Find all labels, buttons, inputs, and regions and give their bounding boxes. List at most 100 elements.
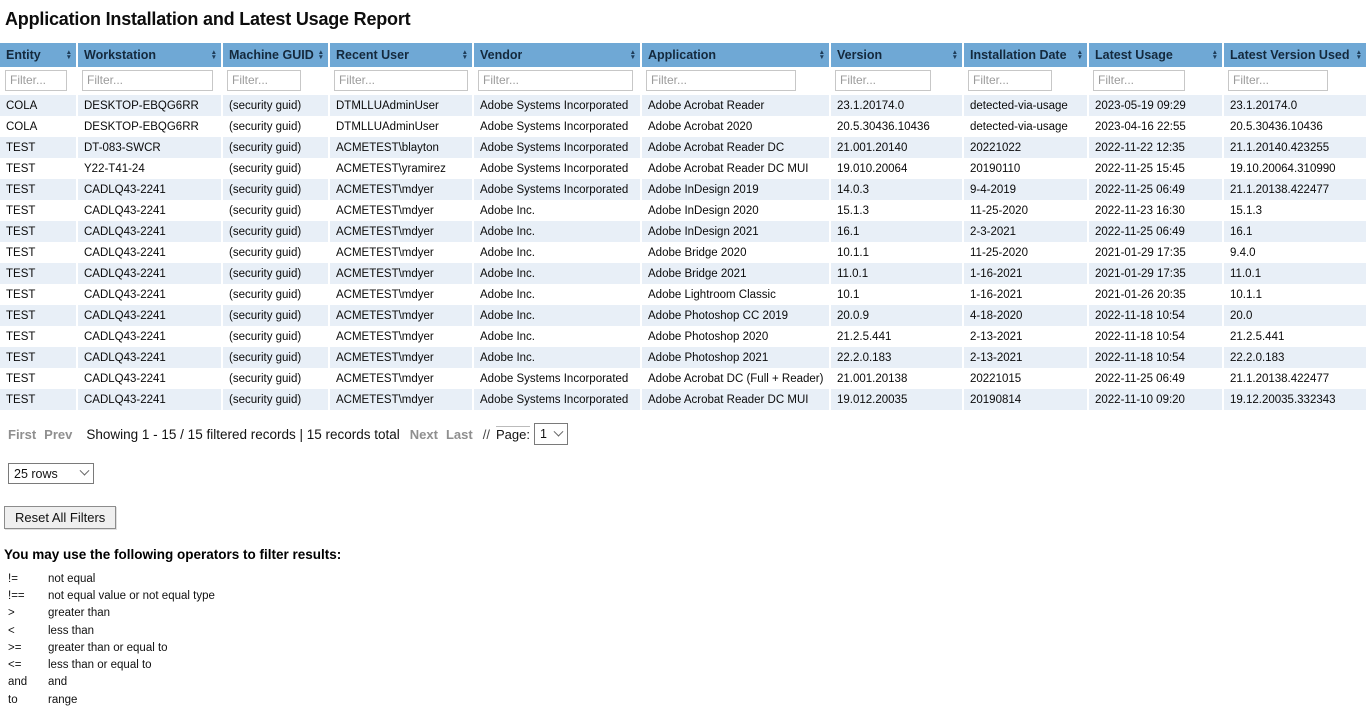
cell: Adobe Inc. [473,221,641,242]
operator-description: not equal [48,573,1366,585]
prev-page-link[interactable]: Prev [44,427,72,442]
filter-input-latest-version-used[interactable] [1228,70,1328,91]
operator-row: >=greater than or equal to [4,639,1366,656]
table-row: TESTY22-T41-24(security guid)ACMETEST\yr… [0,158,1366,179]
cell: (security guid) [222,326,329,347]
cell: 11-25-2020 [963,200,1088,221]
filter-input-machine-guid[interactable] [227,70,301,91]
column-header-label: Machine GUID [229,48,314,62]
filter-input-application[interactable] [646,70,796,91]
column-header-entity[interactable]: Entity▲▼ [0,43,77,67]
cell: CADLQ43-2241 [77,221,222,242]
cell: (security guid) [222,305,329,326]
operator-row: <less than [4,622,1366,639]
cell: (security guid) [222,347,329,368]
column-header-label: Installation Date [970,48,1067,62]
table-filter-row [0,67,1366,95]
cell: 15.1.3 [830,200,963,221]
cell: 2022-11-18 10:54 [1088,347,1223,368]
cell: 11.0.1 [830,263,963,284]
column-header-version[interactable]: Version▲▼ [830,43,963,67]
cell: 23.1.20174.0 [830,95,963,116]
cell: 21.2.5.441 [1223,326,1366,347]
filter-input-installation-date[interactable] [968,70,1052,91]
cell: 20221022 [963,137,1088,158]
cell: CADLQ43-2241 [77,200,222,221]
column-header-installation-date[interactable]: Installation Date▲▼ [963,43,1088,67]
operators-list: !=not equal!==not equal value or not equ… [4,570,1366,708]
operator-description: range [48,694,1366,706]
page-select[interactable]: 1 [534,423,568,445]
cell: Adobe Photoshop 2021 [641,347,830,368]
cell: 2022-11-25 06:49 [1088,368,1223,389]
operator-description: greater than [48,607,1366,619]
column-header-recent-user[interactable]: Recent User▲▼ [329,43,473,67]
table-row: TESTCADLQ43-2241(security guid)ACMETEST\… [0,389,1366,410]
cell: Adobe Bridge 2021 [641,263,830,284]
cell: TEST [0,200,77,221]
cell: Adobe Acrobat Reader [641,95,830,116]
table-row: TESTCADLQ43-2241(security guid)ACMETEST\… [0,179,1366,200]
rows-per-page-select[interactable]: 25 rows [8,463,94,484]
table-row: TESTCADLQ43-2241(security guid)ACMETEST\… [0,347,1366,368]
column-header-machine-guid[interactable]: Machine GUID▲▼ [222,43,329,67]
table-row: TESTCADLQ43-2241(security guid)ACMETEST\… [0,221,1366,242]
last-page-link[interactable]: Last [446,427,473,442]
filter-input-latest-usage[interactable] [1093,70,1185,91]
cell: 2023-04-16 22:55 [1088,116,1223,137]
table-row: TESTDT-083-SWCR(security guid)ACMETEST\b… [0,137,1366,158]
operator-row: >greater than [4,605,1366,622]
cell: 2022-11-23 16:30 [1088,200,1223,221]
filter-input-version[interactable] [835,70,931,91]
filter-input-vendor[interactable] [478,70,633,91]
cell: 2023-05-19 09:29 [1088,95,1223,116]
cell: Adobe Lightroom Classic [641,284,830,305]
reset-all-filters-button[interactable]: Reset All Filters [4,506,116,529]
first-page-link[interactable]: First [8,427,36,442]
cell: ACMETEST\mdyer [329,242,473,263]
operators-help-title: You may use the following operators to f… [4,547,1366,562]
cell: 2021-01-29 17:35 [1088,263,1223,284]
sort-icon: ▲▼ [314,50,324,61]
cell: Adobe Inc. [473,263,641,284]
cell: 2022-11-18 10:54 [1088,305,1223,326]
page-select-value: 1 [540,427,547,441]
cell: 2-3-2021 [963,221,1088,242]
cell: (security guid) [222,95,329,116]
next-page-link[interactable]: Next [410,427,438,442]
cell: (security guid) [222,389,329,410]
column-header-vendor[interactable]: Vendor▲▼ [473,43,641,67]
cell: CADLQ43-2241 [77,368,222,389]
cell: Y22-T41-24 [77,158,222,179]
column-header-latest-usage[interactable]: Latest Usage▲▼ [1088,43,1223,67]
cell: 20.0 [1223,305,1366,326]
cell: Adobe Acrobat Reader DC MUI [641,158,830,179]
filter-input-entity[interactable] [5,70,67,91]
cell: DESKTOP-EBQG6RR [77,116,222,137]
sort-icon: ▲▼ [207,50,217,61]
report-table: Entity▲▼Workstation▲▼Machine GUID▲▼Recen… [0,43,1366,410]
column-header-application[interactable]: Application▲▼ [641,43,830,67]
cell: 20190110 [963,158,1088,179]
column-header-label: Latest Usage [1095,48,1173,62]
chevron-down-icon [553,426,563,436]
cell: Adobe Inc. [473,284,641,305]
filter-input-recent-user[interactable] [334,70,468,91]
column-header-latest-version-used[interactable]: Latest Version Used▲▼ [1223,43,1366,67]
cell: 19.012.20035 [830,389,963,410]
cell: ACMETEST\mdyer [329,347,473,368]
cell: (security guid) [222,137,329,158]
cell: 21.1.20138.422477 [1223,179,1366,200]
sort-icon: ▲▼ [948,50,958,61]
cell: 16.1 [1223,221,1366,242]
pagination-status: Showing 1 - 15 / 15 filtered records | 1… [86,427,399,442]
cell: (security guid) [222,179,329,200]
cell: ACMETEST\mdyer [329,284,473,305]
operator-description: greater than or equal to [48,642,1366,654]
column-header-label: Entity [6,48,41,62]
filter-input-workstation[interactable] [82,70,213,91]
sort-icon: ▲▼ [1352,50,1362,61]
operator-code: != [4,573,48,585]
cell: 20.5.30436.10436 [830,116,963,137]
column-header-workstation[interactable]: Workstation▲▼ [77,43,222,67]
